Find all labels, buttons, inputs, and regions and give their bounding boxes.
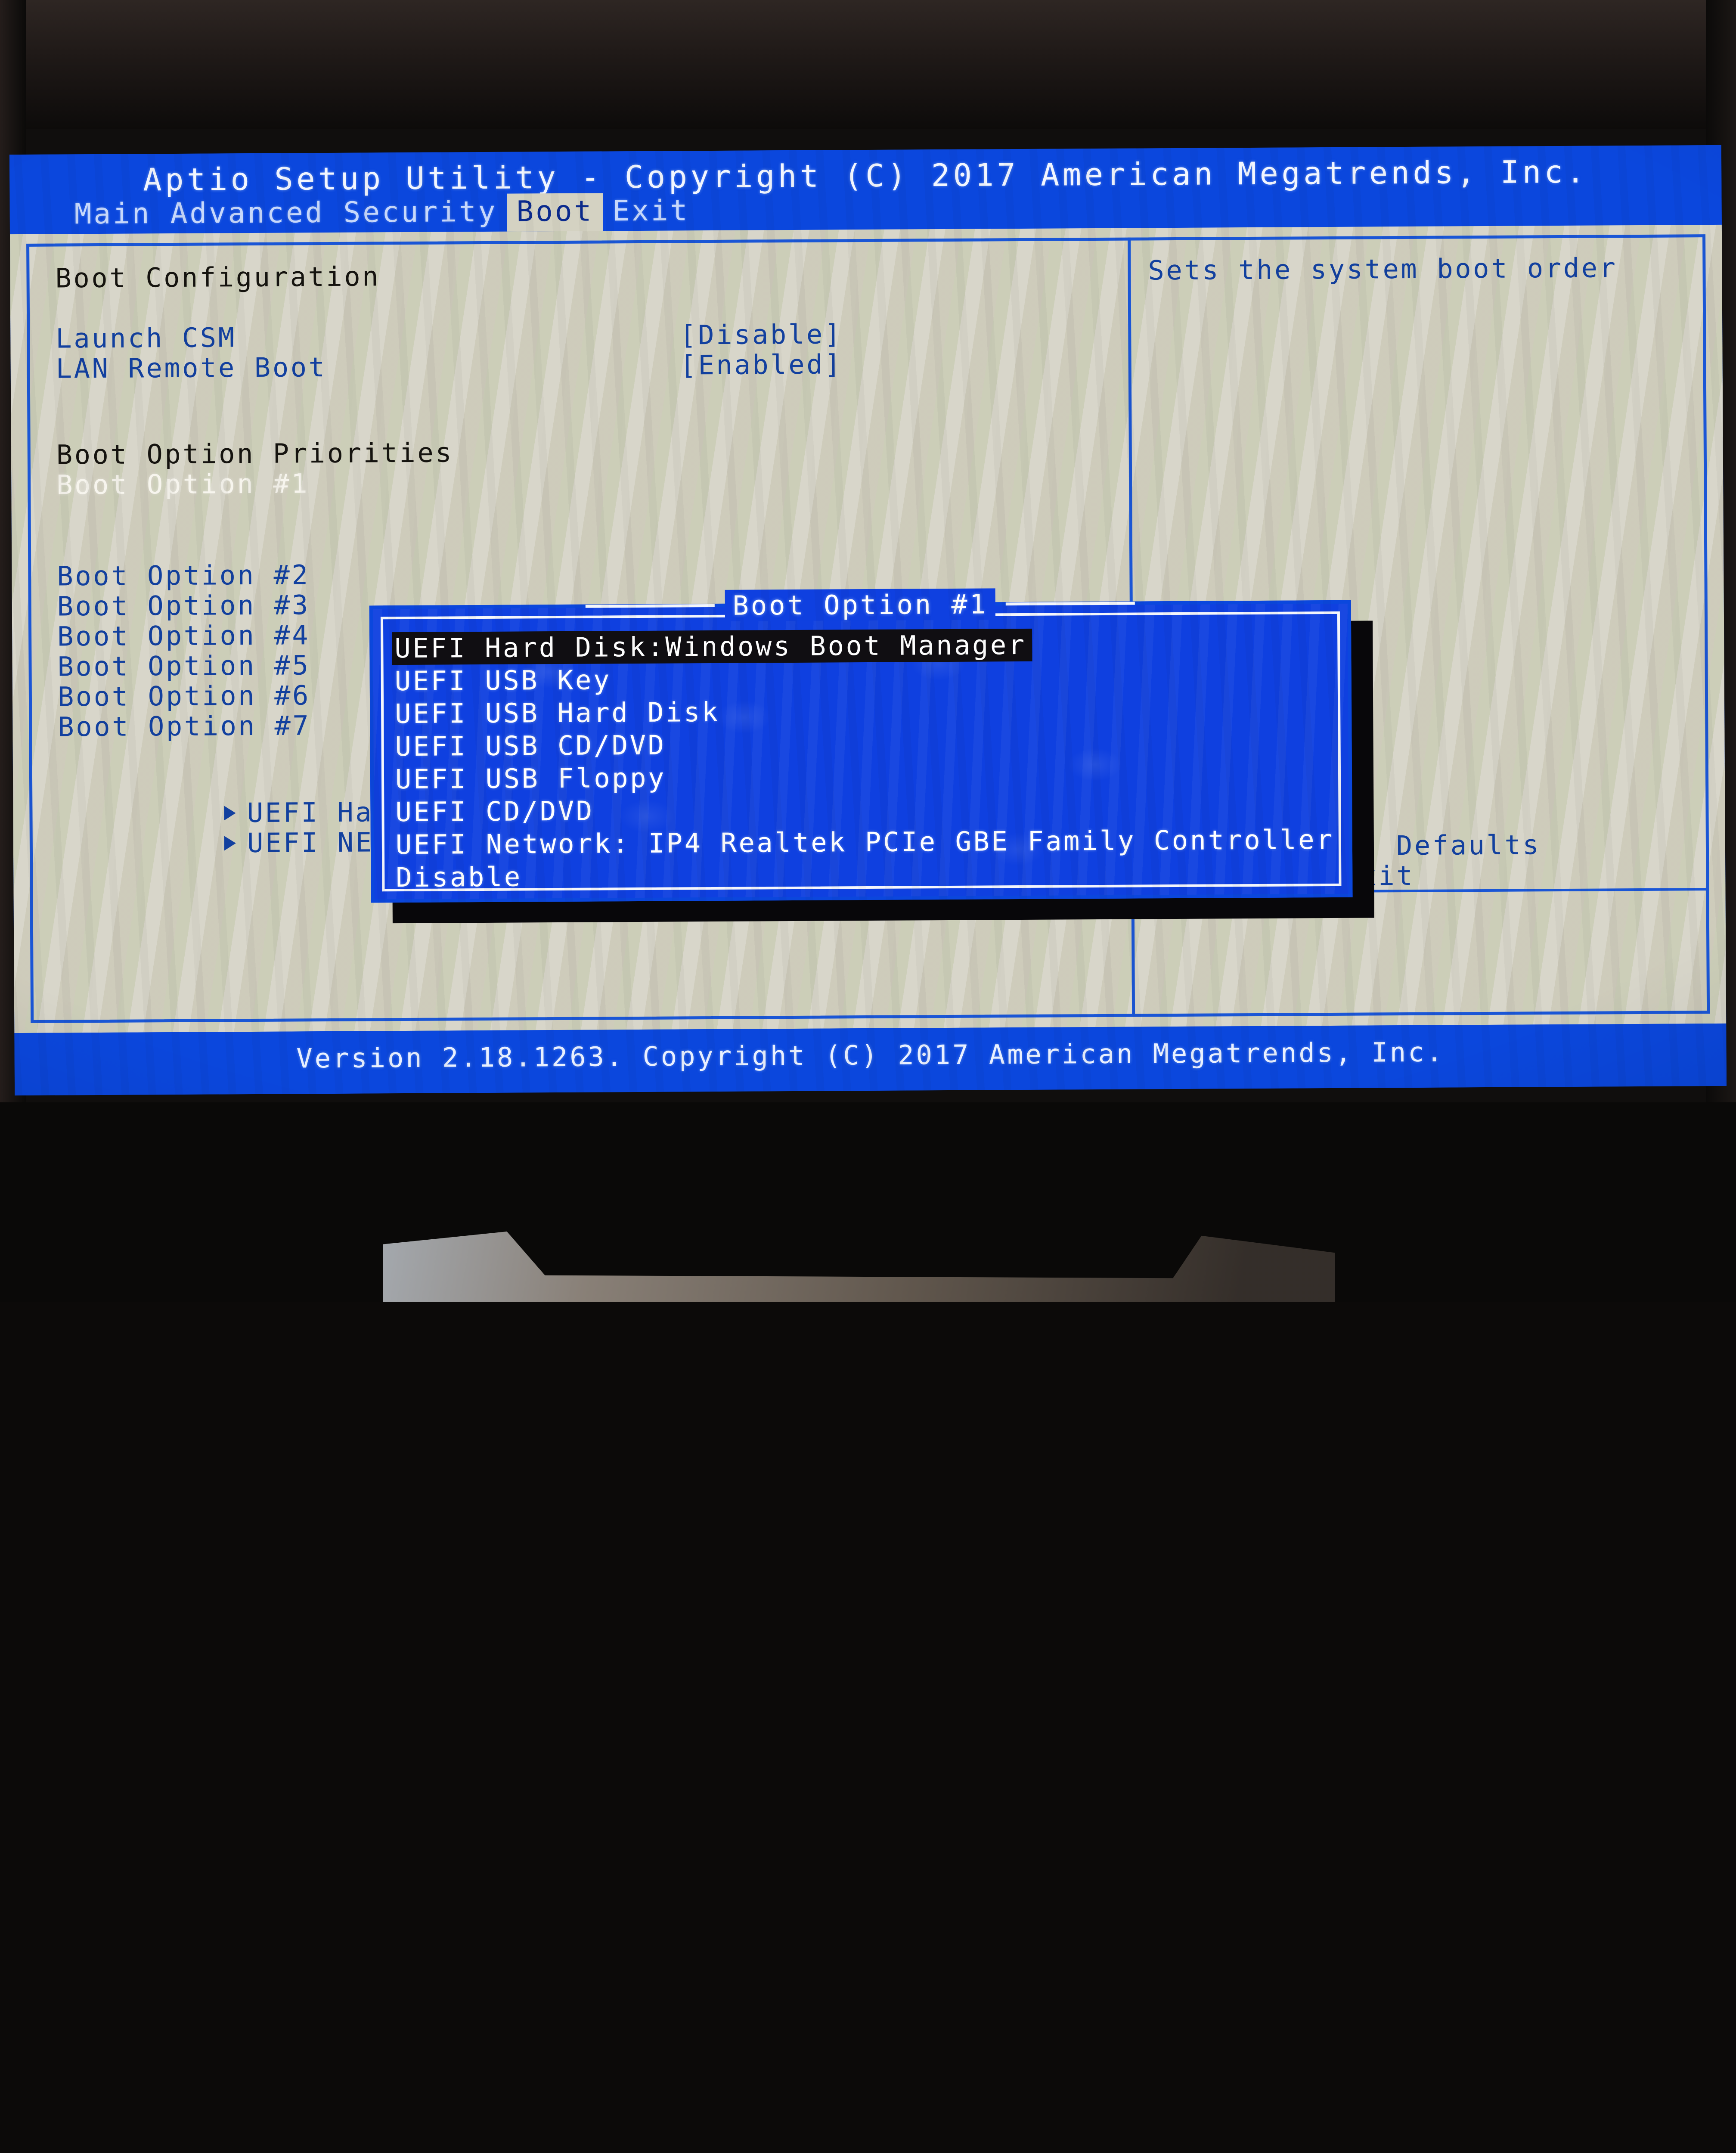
dialog-title-bar: Boot Option #1 bbox=[373, 586, 1348, 624]
boot-option-7-label[interactable]: Boot Option #7 bbox=[58, 712, 310, 740]
bios-screen: Aptio Setup Utility - Copyright (C) 2017… bbox=[9, 145, 1727, 1095]
title-rule-right bbox=[1006, 602, 1135, 606]
title-bar: Aptio Setup Utility - Copyright (C) 2017… bbox=[9, 145, 1722, 234]
footer-bar: Version 2.18.1263. Copyright (C) 2017 Am… bbox=[14, 1024, 1727, 1095]
laptop-deck bbox=[0, 1102, 1736, 1302]
dialog-option-uefi-usb-key[interactable]: UEFI USB Key bbox=[392, 660, 1333, 698]
tab-security[interactable]: Security bbox=[334, 194, 507, 233]
dialog-title: Boot Option #1 bbox=[725, 588, 995, 621]
dialog-option-row[interactable]: UEFI Hard Disk:Windows Boot Manager bbox=[392, 627, 1332, 665]
boot-option-dialog[interactable]: Boot Option #1 UEFI Hard Disk:Windows Bo… bbox=[369, 600, 1353, 903]
boot-option-5-label[interactable]: Boot Option #5 bbox=[57, 652, 310, 680]
boot-option-4-label[interactable]: Boot Option #4 bbox=[57, 622, 310, 650]
dialog-option-uefi-usb-floppy[interactable]: UEFI USB Floppy bbox=[393, 758, 1333, 796]
bezel-top bbox=[0, 0, 1736, 129]
boot-option-2-label[interactable]: Boot Option #2 bbox=[57, 562, 310, 589]
dialog-option-uefi-usb-cd-dvd[interactable]: UEFI USB CD/DVD bbox=[392, 725, 1333, 763]
setting-label-lan-remote-boot[interactable]: LAN Remote Boot bbox=[56, 354, 327, 382]
section-heading-boot-configuration: Boot Configuration bbox=[55, 263, 380, 292]
boot-option-3-label[interactable]: Boot Option #3 bbox=[57, 592, 310, 620]
dialog-option-uefi-network-realtek[interactable]: UEFI Network: IP4 Realtek PCIe GBE Famil… bbox=[393, 823, 1333, 861]
setting-value-launch-csm[interactable]: [Disable] bbox=[680, 321, 843, 348]
tab-exit[interactable]: Exit bbox=[603, 192, 699, 231]
setting-value-lan-remote-boot[interactable]: [Enabled] bbox=[680, 351, 843, 378]
section-heading-boot-option-priorities: Boot Option Priorities bbox=[56, 439, 454, 468]
tab-boot[interactable]: Boot bbox=[507, 193, 603, 231]
dialog-option-list[interactable]: UEFI Hard Disk:Windows Boot Manager UEFI… bbox=[392, 627, 1333, 894]
tab-main[interactable]: Main bbox=[65, 195, 161, 234]
dialog-option-uefi-usb-hard-disk[interactable]: UEFI USB Hard Disk bbox=[392, 692, 1333, 730]
boot-option-1-label[interactable]: Boot Option #1 bbox=[56, 470, 309, 498]
setting-label-launch-csm[interactable]: Launch CSM bbox=[56, 324, 236, 352]
photograph-background: Aptio Setup Utility - Copyright (C) 2017… bbox=[0, 0, 1736, 1302]
dialog-option-uefi-hard-disk-windows-boot-manager[interactable]: UEFI Hard Disk:Windows Boot Manager bbox=[392, 629, 1032, 665]
version-text: Version 2.18.1263. Copyright (C) 2017 Am… bbox=[14, 1035, 1726, 1076]
dialog-option-disable[interactable]: Disable bbox=[393, 856, 1333, 894]
help-description: Sets the system boot order bbox=[1148, 254, 1617, 284]
boot-option-6-label[interactable]: Boot Option #6 bbox=[58, 682, 310, 710]
tab-advanced[interactable]: Advanced bbox=[161, 195, 334, 233]
title-rule-left bbox=[585, 604, 714, 608]
expand-triangle-icon bbox=[224, 836, 236, 850]
dialog-option-uefi-cd-dvd[interactable]: UEFI CD/DVD bbox=[393, 791, 1333, 828]
